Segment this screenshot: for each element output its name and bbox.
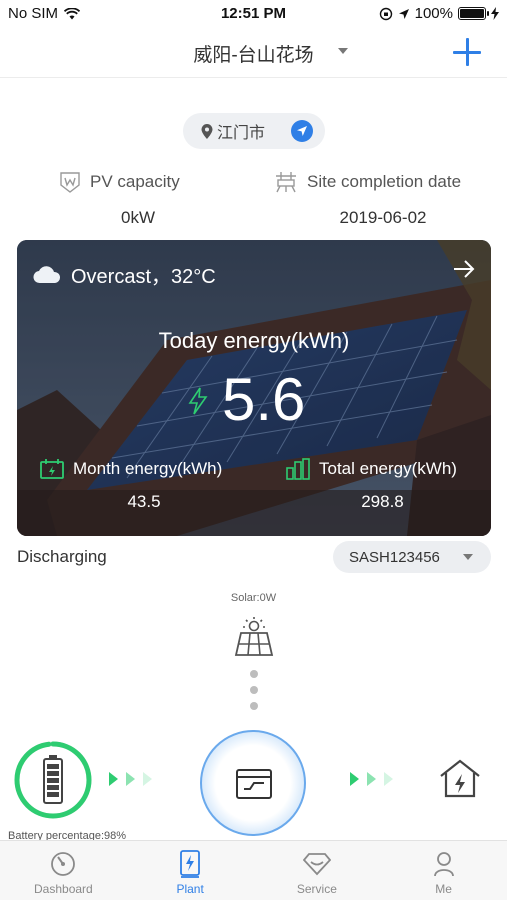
battery-calendar-icon <box>40 459 64 479</box>
flow-arrows-right <box>350 772 399 786</box>
energy-bolt-icon <box>188 387 208 415</box>
pv-capacity-value: 0kW <box>121 208 155 227</box>
pv-capacity-label: PV capacity <box>90 172 180 191</box>
tab-dashboard[interactable]: Dashboard <box>0 841 127 900</box>
add-plant-button[interactable] <box>453 38 481 66</box>
nav-bar: 威阳-台山花场 <box>0 28 507 78</box>
month-energy-label: Month energy(kWh) <box>73 459 223 478</box>
device-select-value: SASH123456 <box>349 548 440 566</box>
solar-panel-icon <box>234 617 274 656</box>
tab-me-label: Me <box>435 882 452 896</box>
weather-text: Overcast，32°C <box>71 266 216 288</box>
battery-percent-text: 100% <box>414 5 453 22</box>
inverter-button[interactable] <box>200 730 306 836</box>
location-city: 江门市 <box>217 125 266 142</box>
tab-dashboard-label: Dashboard <box>34 882 93 896</box>
charging-bolt-icon <box>491 7 499 20</box>
plant-title[interactable]: 威阳-台山花场 <box>0 40 507 67</box>
cloud-icon <box>33 265 61 283</box>
tab-service[interactable]: Service <box>254 841 381 900</box>
weather-row: Overcast，32°C <box>33 260 216 289</box>
site-completion-label: Site completion date <box>307 172 462 191</box>
battery-status-icon <box>458 7 489 20</box>
status-bar: No SIM 12:51 PM 100% <box>0 0 507 28</box>
chevron-down-icon <box>463 554 473 560</box>
tab-service-label: Service <box>296 882 337 896</box>
plant-bolt-icon <box>180 850 201 878</box>
site-completion-value: 2019-06-02 <box>339 208 427 227</box>
battery-level-icon <box>43 755 63 804</box>
site-completion-block: Site completion date 2019-06-02 <box>273 170 493 228</box>
pv-capacity-block: PV capacity 0kW <box>58 170 218 228</box>
device-select[interactable]: SASH123456 <box>333 541 491 573</box>
bar-chart-icon <box>286 458 310 480</box>
gauge-icon <box>51 852 76 876</box>
today-energy-value: 5.6 <box>222 366 306 433</box>
tab-plant[interactable]: Plant <box>127 841 254 900</box>
plant-dropdown-icon[interactable] <box>338 48 348 54</box>
tab-me[interactable]: Me <box>380 841 507 900</box>
total-energy-value: 298.8 <box>361 492 404 511</box>
arrow-right-icon[interactable] <box>453 260 475 278</box>
tab-plant-label: Plant <box>176 882 204 896</box>
map-pin-icon <box>201 123 213 139</box>
pv-capacity-icon <box>60 172 80 193</box>
solar-flow-dots <box>250 670 258 718</box>
solar-power-label: Solar:0W <box>230 592 277 604</box>
energy-card[interactable]: Overcast，32°C Today energy(kWh) 5.6 Mont… <box>17 240 491 536</box>
location-pill[interactable]: 江门市 <box>183 113 325 149</box>
tab-bar: Dashboard Plant Service Me <box>0 840 507 900</box>
flow-arrows-left <box>109 772 158 786</box>
home-load-icon <box>440 759 480 798</box>
month-energy-block: Month energy(kWh) 43.5 <box>39 458 249 512</box>
status-right: 100% <box>379 5 499 22</box>
month-energy-value: 43.5 <box>127 492 161 511</box>
inverter-icon <box>236 769 272 799</box>
location-services-icon <box>398 8 409 19</box>
calendar-site-icon <box>276 172 296 193</box>
orientation-lock-icon <box>379 7 392 20</box>
user-icon <box>433 852 454 877</box>
navigate-icon[interactable] <box>291 120 313 142</box>
today-energy-label: Today energy(kWh) <box>158 328 350 353</box>
total-energy-label: Total energy(kWh) <box>319 459 457 478</box>
device-status: Discharging <box>17 547 107 566</box>
battery-ring <box>14 741 92 819</box>
total-energy-block: Total energy(kWh) 298.8 <box>285 458 480 512</box>
service-diamond-icon <box>302 853 331 876</box>
